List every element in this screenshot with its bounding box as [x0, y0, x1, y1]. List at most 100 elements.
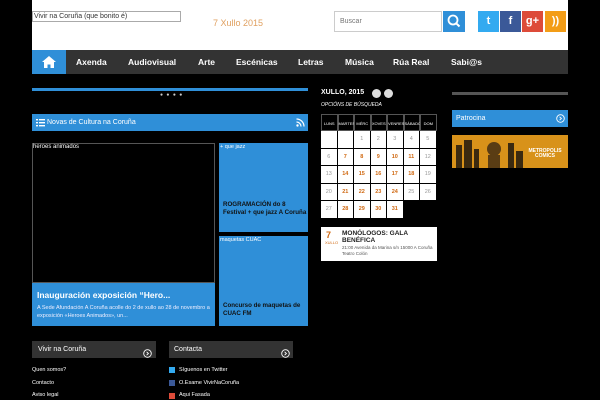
featured-card-tag: heroes animados	[33, 144, 80, 150]
sponsor-title: Patrocina	[456, 115, 486, 122]
calendar-day[interactable]: 12	[420, 148, 437, 167]
footer-col1-title: Vivir na Coruña	[38, 346, 87, 353]
nav-item-sabias[interactable]: Sabi@s	[451, 50, 482, 74]
google-plus-icon	[169, 393, 175, 399]
slider-dots[interactable]: ● ● ● ●	[160, 92, 183, 98]
calendar-weekday: XOVES	[370, 114, 387, 131]
calendar-day[interactable]: 19	[420, 166, 437, 184]
event-meta: 21:00 Avenida da Marina s/n 15000 A Coru…	[342, 245, 433, 256]
google-plus-icon[interactable]: g+	[522, 11, 543, 32]
calendar-day[interactable]: 26	[420, 183, 437, 202]
calendar-weekday: LUNS	[321, 114, 338, 131]
calendar-day[interactable]: 17	[387, 166, 404, 184]
news-card-tag: + que jazz	[220, 144, 246, 150]
calendar-grid: LUNS MARTES MÉRC XOVES VENRES SÁBADO DOM 1 2 3 4 5 6…	[321, 114, 437, 219]
calendar-weekday: VENRES	[387, 114, 404, 131]
site-title[interactable]: Vivir na Coruña (que bonito é)	[32, 11, 181, 22]
twitter-icon[interactable]: t	[478, 11, 499, 32]
calendar-day[interactable]: 7	[337, 148, 354, 167]
news-section-title: Novas de Cultura na Coruña	[47, 119, 136, 126]
twitter-icon	[169, 367, 175, 373]
home-icon	[42, 56, 56, 68]
calendar-day[interactable]: 31	[387, 201, 404, 219]
search-button[interactable]	[443, 11, 465, 32]
arrow-circle-icon[interactable]	[556, 114, 565, 123]
calendar-day[interactable]: 10	[387, 148, 404, 167]
calendar-day[interactable]: 22	[354, 183, 371, 202]
calendar-week-row: 27 28 29 30 31	[321, 201, 437, 219]
footer-link[interactable]: O.Esame VivirNaCoruña	[179, 380, 239, 386]
featured-card-excerpt: A Sede Afundación A Coruña acolle do 2 d…	[37, 305, 210, 319]
rss-icon[interactable]: ))	[545, 11, 566, 32]
event-day: 7	[326, 230, 332, 240]
calendar-day[interactable]: 11	[403, 148, 420, 167]
calendar-empty-cell	[404, 201, 421, 219]
calendar-day[interactable]: 15	[354, 166, 371, 184]
calendar-day[interactable]: 23	[370, 183, 387, 202]
nav-home-button[interactable]	[32, 50, 66, 74]
calendar-day[interactable]: 29	[354, 201, 371, 219]
calendar-month-title: XULLO, 2015	[321, 89, 365, 96]
header-date: 7 Xullo 2015	[213, 18, 264, 28]
slider-bar	[32, 88, 308, 91]
calendar-day[interactable]: 5	[420, 131, 437, 149]
arrow-circle-icon[interactable]	[143, 345, 152, 363]
calendar-day[interactable]: 28	[337, 201, 354, 219]
news-card-title[interactable]: ROGRAMACIÓN do 8 Festival + que jazz A C…	[223, 201, 307, 217]
calendar-day[interactable]: 3	[387, 131, 404, 149]
calendar-next-button[interactable]	[384, 89, 393, 98]
arrow-circle-icon[interactable]	[281, 345, 290, 363]
calendar-weekday: MARTES	[337, 114, 355, 131]
nav-item-axenda[interactable]: Axenda	[76, 50, 107, 74]
calendar-day[interactable]: 16	[370, 166, 387, 184]
calendar-empty-cell	[420, 201, 437, 219]
calendar-day[interactable]: 6	[321, 148, 338, 167]
calendar-day[interactable]: 8	[354, 148, 371, 167]
calendar-day[interactable]: 2	[370, 131, 387, 149]
nav-item-arte[interactable]: Arte	[198, 50, 215, 74]
calendar-day[interactable]: 13	[321, 166, 338, 184]
featured-card-title[interactable]: Inauguración exposición “Hero...	[37, 290, 170, 300]
rss-icon[interactable]	[296, 118, 305, 127]
footer-link[interactable]: Aviso legal	[32, 392, 59, 398]
calendar-day[interactable]: 20	[321, 183, 338, 202]
sidebar-divider	[452, 92, 568, 95]
calendar-day[interactable]: 25	[403, 183, 420, 202]
calendar-prev-button[interactable]	[372, 89, 381, 98]
footer-col1-header: Vivir na Coruña	[32, 341, 156, 358]
search-input[interactable]	[334, 11, 442, 32]
featured-card-image[interactable]	[32, 143, 215, 283]
calendar-day[interactable]: 27	[321, 201, 338, 219]
calendar-day[interactable]: 4	[403, 131, 420, 149]
footer-link[interactable]: Contacto	[32, 380, 54, 386]
calendar-week-row: 6 7 8 9 10 11 12	[321, 148, 437, 167]
calendar-weekday-row: LUNS MARTES MÉRC XOVES VENRES SÁBADO DOM	[321, 114, 437, 131]
event-title[interactable]: MONÓLOGOS: GALA BENÉFICA	[342, 230, 434, 244]
footer-link[interactable]: Quen somos?	[32, 367, 66, 373]
calendar-day[interactable]: 24	[387, 183, 404, 202]
calendar-day[interactable]: 18	[403, 166, 420, 184]
footer-link[interactable]: Aqui Fasada	[179, 392, 210, 398]
nav-item-letras[interactable]: Letras	[298, 50, 324, 74]
calendar-day[interactable]: 9	[370, 148, 387, 167]
calendar-weekday: SÁBADO	[403, 114, 421, 131]
calendar-weekday: DOM	[420, 114, 437, 131]
nav-item-escenicas[interactable]: Escénicas	[236, 50, 278, 74]
footer-col2-header: Contacta	[169, 341, 293, 358]
calendar-week-row: 13 14 15 16 17 18 19	[321, 166, 437, 184]
nav-item-audiovisual[interactable]: Audiovisual	[128, 50, 176, 74]
news-card[interactable]	[219, 143, 308, 232]
calendar-day[interactable]: 21	[337, 183, 354, 202]
footer-col2-title: Contacta	[174, 346, 203, 353]
search-icon	[447, 14, 461, 28]
facebook-icon[interactable]: f	[500, 11, 521, 32]
nav-item-rua-real[interactable]: Rúa Real	[393, 50, 429, 74]
calendar-empty-cell	[321, 131, 338, 149]
news-card-title[interactable]: Concurso de maquetas de CUAC FM	[223, 302, 307, 318]
calendar-day[interactable]: 14	[337, 166, 354, 184]
calendar-day[interactable]: 30	[370, 201, 387, 219]
calendar-day[interactable]: 1	[354, 131, 371, 149]
calendar-search-options[interactable]: OPCIÓNS DE BÚSQUEDA	[321, 102, 382, 108]
nav-item-musica[interactable]: Música	[345, 50, 374, 74]
footer-link[interactable]: Síguenos en Twitter	[179, 367, 228, 373]
